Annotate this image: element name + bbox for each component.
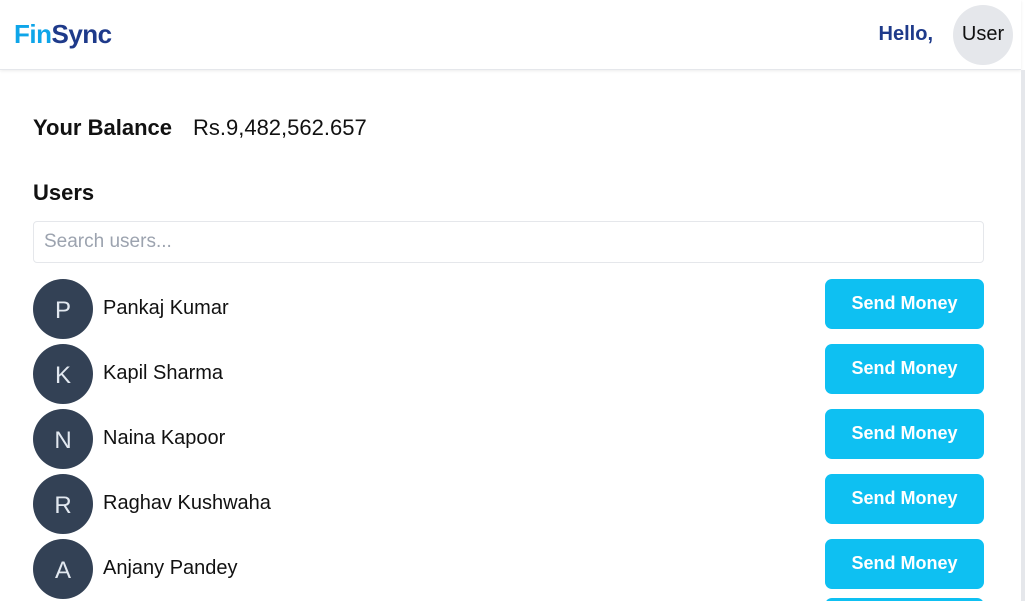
top-navbar: FinSync Hello, User xyxy=(0,0,1021,70)
balance-value: Rs.9,482,562.657 xyxy=(192,115,367,140)
balance-label: Your Balance xyxy=(33,115,172,140)
user-initial-avatar: P xyxy=(33,278,93,339)
search-users-input[interactable] xyxy=(33,221,984,263)
logo-sync: Sync xyxy=(51,19,113,49)
app-logo[interactable]: FinSync xyxy=(14,19,112,50)
user-row: P Pankaj Kumar Send Money xyxy=(33,276,984,341)
user-info: N Naina Kapoor xyxy=(33,408,226,469)
user-name: Pankaj Kumar xyxy=(103,297,229,319)
user-row: K Kapil Sharma Send Money xyxy=(33,341,984,406)
user-avatar[interactable]: User xyxy=(953,4,1013,65)
user-info: P Pankaj Kumar xyxy=(33,278,229,339)
user-name: Kapil Sharma xyxy=(103,362,224,384)
nav-user-area: Hello, User xyxy=(878,4,1013,65)
user-row: N Naina Kapoor Send Money xyxy=(33,406,984,471)
dashboard-main: Your Balance Rs.9,482,562.657 Users P Pa… xyxy=(33,70,984,601)
balance-row: Your Balance Rs.9,482,562.657 xyxy=(33,115,984,141)
send-money-button[interactable]: Send Money xyxy=(825,343,984,394)
user-info: A Anjany Pandey xyxy=(33,538,238,599)
greeting-text: Hello, xyxy=(878,23,933,45)
user-info: R Raghav Kushwaha xyxy=(33,473,271,534)
user-initial-avatar: K xyxy=(33,343,93,404)
send-money-button[interactable]: Send Money xyxy=(825,473,984,524)
user-info: K Kapil Sharma xyxy=(33,343,224,404)
logo-fin: Fin xyxy=(14,19,52,49)
send-money-button[interactable]: Send Money xyxy=(825,538,984,589)
user-row: A Anjany Pandey Send Money xyxy=(33,536,984,601)
user-name: Raghav Kushwaha xyxy=(103,492,271,514)
send-money-button[interactable]: Send Money xyxy=(825,408,984,459)
user-row: R Raghav Kushwaha Send Money xyxy=(33,471,984,536)
user-name: Anjany Pandey xyxy=(103,557,238,579)
send-money-button[interactable]: Send Money xyxy=(825,278,984,329)
users-heading: Users xyxy=(33,180,95,205)
user-initial-avatar: A xyxy=(33,538,93,599)
user-list: P Pankaj Kumar Send Money K Kapil Sharma… xyxy=(33,276,984,601)
user-initial-avatar: R xyxy=(33,473,93,534)
user-name: Naina Kapoor xyxy=(103,427,226,449)
page-scrollbar[interactable] xyxy=(1021,70,1025,601)
user-initial-avatar: N xyxy=(33,408,93,469)
